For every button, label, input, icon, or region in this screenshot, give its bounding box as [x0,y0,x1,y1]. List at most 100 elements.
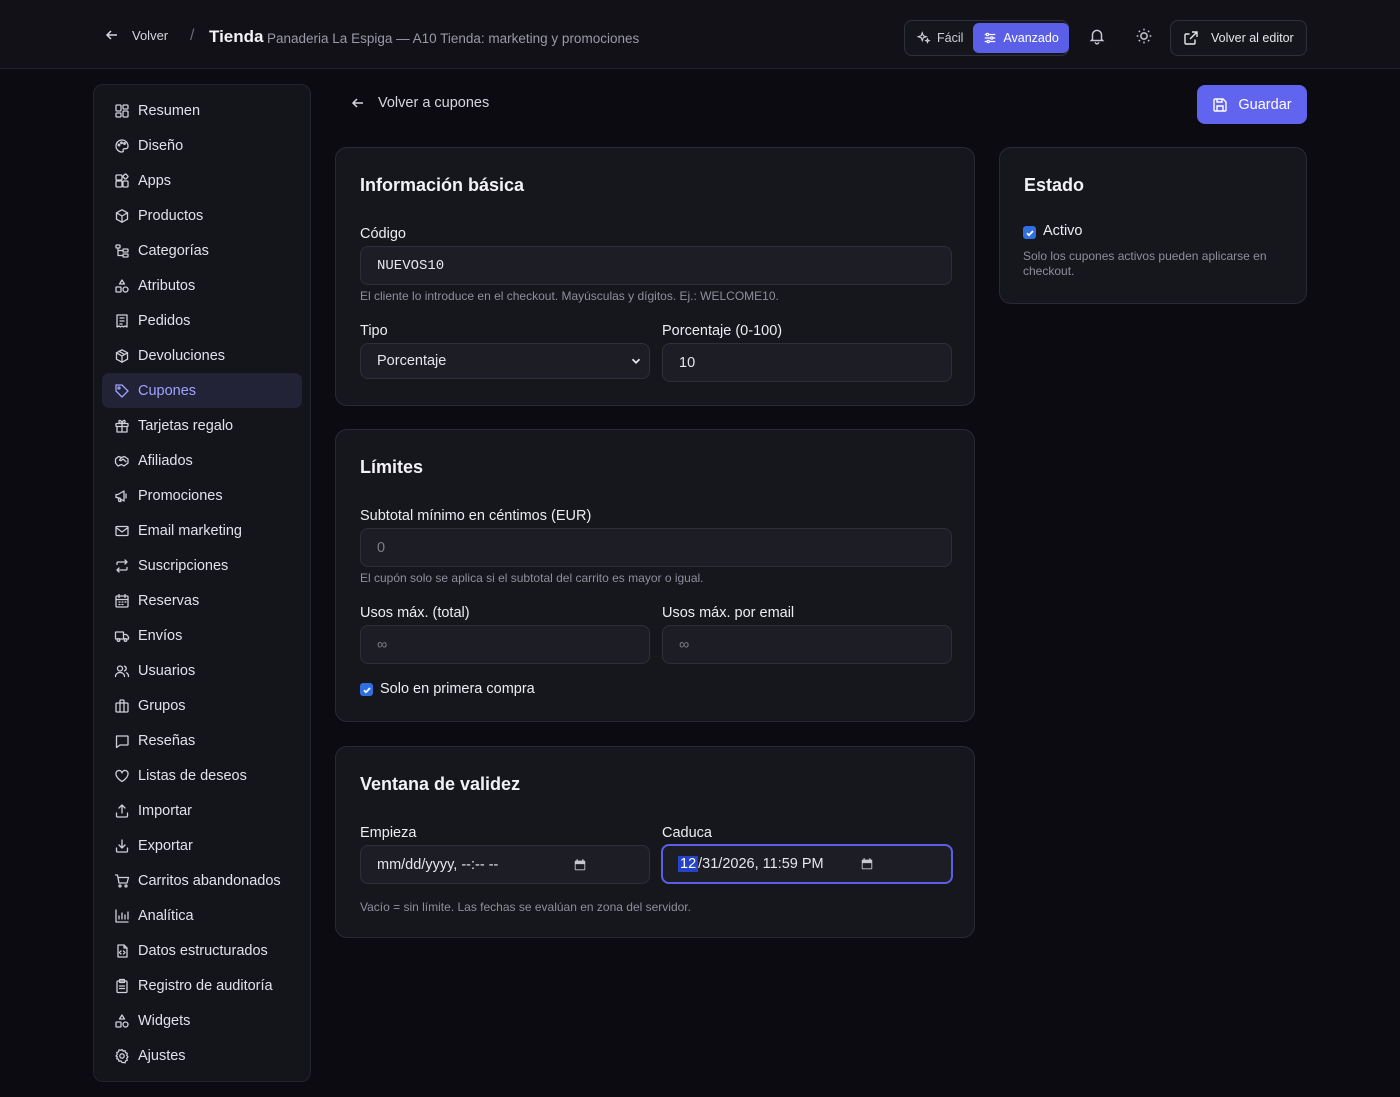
save-button[interactable]: Guardar [1197,85,1307,124]
mode-advanced-button[interactable]: Avanzado [973,23,1069,53]
start-datetime-input[interactable]: mm/dd/yyyy, --:-- -- [360,845,650,884]
code-input[interactable]: NUEVOS10 [360,246,952,285]
sliders-icon [985,32,996,44]
tag-icon [115,383,129,398]
sidebar-item-importar[interactable]: Importar [102,793,302,828]
sidebar-item-label: Categorías [138,242,209,259]
validity-hint: Vacío = sin límite. Las fechas se evalúa… [360,900,691,914]
sidebar-item-email-marketing[interactable]: Email marketing [102,513,302,548]
mode-switch: Fácil Avanzado [904,20,1069,56]
page-subtitle: Panaderia La Espiga — A10 Tienda: market… [267,31,640,46]
sidebar-item-exportar[interactable]: Exportar [102,828,302,863]
code-hint: El cliente lo introduce en el checkout. … [360,289,779,303]
sidebar-item-label: Ajustes [138,1047,186,1064]
sidebar-item-label: Productos [138,207,204,224]
sidebar-item-label: Listas de deseos [138,767,247,784]
sidebar-item-afiliados[interactable]: Afiliados [102,443,302,478]
status-card: Estado Activo Solo los cupones activos p… [999,147,1307,304]
sidebar-item-label: Carritos abandonados [138,872,281,889]
sidebar-item-carritos-abandonados[interactable]: Carritos abandonados [102,863,302,898]
sidebar-item-productos[interactable]: Productos [102,198,302,233]
sidebar-item-label: Registro de auditoría [138,977,273,994]
sidebar-item-usuarios[interactable]: Usuarios [102,653,302,688]
sidebar-item-atributos[interactable]: Atributos [102,268,302,303]
sidebar-item-datos-estructurados[interactable]: Datos estructurados [102,933,302,968]
sidebar-item-label: Resumen [138,102,201,119]
sidebar-item-label: Promociones [138,487,223,504]
limits-title: Límites [360,457,424,477]
end-datetime-month: 12 [678,856,699,872]
sidebar-item-widgets[interactable]: Widgets [102,1003,302,1038]
sidebar-item-label: Importar [138,802,192,819]
sidebar-item-promociones[interactable]: Promociones [102,478,302,513]
sidebar-item-listas-de-deseos[interactable]: Listas de deseos [102,758,302,793]
sidebar-item-cupones[interactable]: Cupones [102,373,302,408]
calendar-icon[interactable] [573,858,587,872]
cart-icon [114,873,130,888]
back-to-editor-label: Volver al editor [1211,31,1294,45]
sidebar-item-diseno[interactable]: Diseño [102,128,302,163]
sidebar-item-reservas[interactable]: Reservas [102,583,302,618]
max-total-input[interactable]: ∞ [360,625,650,664]
sidebar-item-tarjetas-regalo[interactable]: Tarjetas regalo [102,408,302,443]
percent-input[interactable]: 10 [662,343,952,382]
chevron-down-icon [631,358,641,364]
type-select[interactable]: Porcentaje [360,343,650,379]
sidebar-item-envios[interactable]: Envíos [102,618,302,653]
save-label: Guardar [1238,96,1292,113]
shapes-icon [115,278,129,293]
sidebar-item-label: Afiliados [138,452,193,469]
heart-icon [115,769,129,782]
sidebar-item-ajustes[interactable]: Ajustes [102,1038,302,1073]
sidebar-item-label: Usuarios [138,662,196,679]
back-to-editor-button[interactable]: Volver al editor [1170,20,1307,56]
back-to-coupons-link[interactable]: Volver a cupones [350,95,489,111]
download-icon [115,838,129,853]
active-checkbox[interactable] [1023,226,1036,239]
max-total-label: Usos máx. (total) [360,605,470,621]
max-email-input[interactable]: ∞ [662,625,952,664]
subtotal-hint: El cupón solo se aplica si el subtotal d… [360,571,704,585]
mode-easy-button[interactable]: Fácil [907,23,973,53]
sidebar-item-label: Datos estructurados [138,942,268,959]
sidebar: Resumen Diseño Apps Productos Categorías Atri… [93,84,311,1082]
end-label: Caduca [662,825,712,841]
sidebar-item-label: Reseñas [138,732,196,749]
end-datetime-input[interactable]: 12/31/2026, 11:59 PM [661,844,953,884]
external-link-icon [1184,31,1198,45]
sidebar-item-categorias[interactable]: Categorías [102,233,302,268]
basic-info-title: Información básica [360,175,525,195]
validity-title: Ventana de validez [360,774,521,794]
bell-icon[interactable] [1088,27,1106,45]
code-label: Código [360,226,406,242]
status-hint: Solo los cupones activos pueden aplicars… [1023,249,1267,278]
apps-icon [115,172,129,188]
sidebar-item-pedidos[interactable]: Pedidos [102,303,302,338]
sidebar-item-resenas[interactable]: Reseñas [102,723,302,758]
sidebar-item-label: Email marketing [138,522,242,539]
sun-icon[interactable] [1135,27,1153,45]
first-purchase-checkbox[interactable] [360,683,373,696]
sidebar-item-label: Reservas [138,592,200,609]
sidebar-item-label: Apps [138,172,172,189]
back-button[interactable]: Volver [104,27,168,43]
sidebar-item-grupos[interactable]: Grupos [102,688,302,723]
arrow-left-icon [351,98,363,108]
sidebar-item-analitica[interactable]: Analítica [102,898,302,933]
dashboard-icon [115,103,129,118]
type-label: Tipo [360,323,388,339]
clipboard-icon [116,978,128,993]
box-icon [115,208,129,223]
sidebar-item-registro-de-auditoria[interactable]: Registro de auditoría [102,968,302,1003]
sidebar-item-suscripciones[interactable]: Suscripciones [102,548,302,583]
sidebar-item-apps[interactable]: Apps [102,163,302,198]
percent-label: Porcentaje (0-100) [662,323,783,339]
calendar-icon[interactable] [860,857,874,871]
sidebar-item-devoluciones[interactable]: Devoluciones [102,338,302,373]
truck-icon [114,630,130,642]
palette-icon [115,138,129,153]
sidebar-item-label: Envíos [138,627,183,644]
sidebar-item-resumen[interactable]: Resumen [102,93,302,128]
status-title: Estado [1024,175,1085,195]
subtotal-input[interactable]: 0 [360,528,952,567]
